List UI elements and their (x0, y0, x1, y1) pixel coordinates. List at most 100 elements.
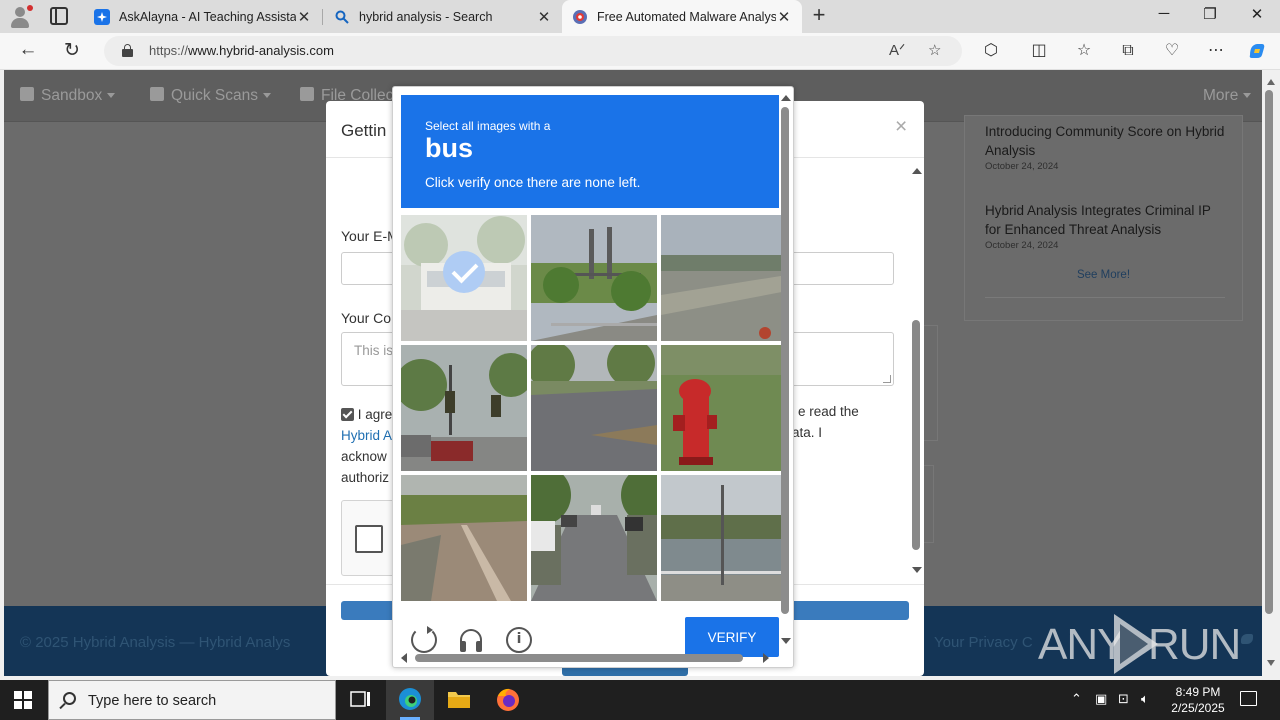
captcha-tile-5[interactable] (531, 345, 657, 471)
agree-text: I agre (357, 407, 393, 422)
scroll-up-icon[interactable] (1267, 79, 1275, 85)
windows-start-icon[interactable] (14, 691, 32, 709)
task-view-icon[interactable] (336, 680, 384, 720)
scrollbar-thumb[interactable] (912, 320, 920, 550)
tab-hybrid-search[interactable]: hybrid analysis - Search ✕ (324, 0, 562, 33)
refresh-challenge-icon[interactable] (411, 626, 437, 653)
nav-quick-scans[interactable]: Quick Scans (150, 87, 272, 105)
footer-privacy-link[interactable]: Your Privacy C (934, 634, 1033, 651)
profile-icon[interactable] (8, 5, 33, 29)
captcha-tile-6[interactable] (661, 345, 787, 471)
close-icon[interactable]: × (895, 115, 907, 139)
captcha-vertical-scrollbar[interactable] (779, 93, 793, 648)
agree-checkbox[interactable] (341, 408, 354, 421)
notifications-icon[interactable] (1240, 691, 1257, 706)
close-tab-icon[interactable]: ✕ (536, 8, 552, 26)
search-favicon-icon (334, 9, 350, 25)
scroll-up-icon[interactable] (781, 95, 791, 101)
captcha-horizontal-scrollbar[interactable] (399, 651, 779, 665)
extensions-icon[interactable]: ⬡ (980, 40, 1002, 62)
watermark-text: ANY (1038, 620, 1126, 669)
refresh-icon[interactable]: ↻ (60, 39, 84, 62)
collections-icon[interactable]: ⧉ (1117, 40, 1139, 62)
news-date: October 24, 2024 (985, 161, 1059, 172)
caret-down-icon (107, 93, 116, 98)
network-icon[interactable]: ⊡ (1118, 691, 1129, 707)
scroll-left-icon[interactable] (401, 653, 407, 663)
scroll-down-icon[interactable] (1267, 660, 1275, 666)
news-panel: Introducing Community Score on Hybrid An… (964, 115, 1243, 321)
captcha-tile-8[interactable] (531, 475, 657, 601)
captcha-checkbox[interactable] (355, 525, 383, 553)
selected-check-icon (443, 251, 485, 293)
hybrid-analysis-favicon-icon (572, 9, 588, 25)
prompt-target: bus (425, 133, 474, 163)
firefox-icon[interactable] (484, 680, 532, 720)
scroll-up-icon[interactable] (912, 168, 922, 174)
news-title[interactable]: Introducing Community Score on Hybrid An… (985, 122, 1225, 160)
minimize-icon[interactable]: ─ (1154, 5, 1174, 22)
info-icon[interactable]: i (506, 627, 532, 653)
more-menu-icon[interactable]: ⋯ (1205, 40, 1227, 62)
askalayna-favicon-icon (94, 8, 110, 25)
tab-askalayna[interactable]: AskAlayna - AI Teaching Assistant ✕ (84, 0, 322, 33)
copy-icon (300, 87, 314, 101)
audio-challenge-icon[interactable] (458, 627, 484, 653)
tab-hybrid-analysis[interactable]: Free Automated Malware Analysis ✕ (562, 0, 802, 33)
news-item[interactable]: Introducing Community Score on Hybrid An… (985, 122, 1225, 172)
captcha-tile-7[interactable] (401, 475, 527, 601)
browser-toolbar: ← ↻ https://www.hybrid-analysis.com Aᐟ ☆… (0, 33, 1280, 70)
caret-down-icon (1243, 93, 1252, 98)
file-explorer-icon[interactable] (435, 680, 483, 720)
captcha-tile-2[interactable] (531, 215, 657, 341)
captcha-prompt: Select all images with a bus Click verif… (401, 95, 779, 208)
captcha-tile-1[interactable] (401, 215, 527, 341)
edge-taskbar-icon[interactable] (386, 680, 434, 720)
tab-actions-icon[interactable] (50, 7, 68, 25)
close-tab-icon[interactable]: ✕ (776, 8, 792, 26)
nav-more[interactable]: More (1203, 87, 1252, 105)
agree-text: e read the (798, 404, 859, 419)
copilot-icon[interactable] (1246, 40, 1268, 62)
see-more-link[interactable]: See More! (965, 269, 1242, 281)
device-icon[interactable]: ▣ (1095, 691, 1107, 707)
comment-placeholder: This is (354, 343, 394, 358)
split-screen-icon[interactable]: ◫ (1028, 40, 1050, 62)
captcha-tile-4[interactable] (401, 345, 527, 471)
twitter-icon[interactable] (1241, 634, 1253, 644)
resize-handle-icon[interactable] (883, 375, 891, 383)
restore-icon[interactable]: ❐ (1200, 5, 1220, 23)
scroll-down-icon[interactable] (912, 567, 922, 573)
address-bar[interactable]: https://www.hybrid-analysis.com Aᐟ ☆ (104, 36, 962, 66)
captcha-tile-3[interactable] (661, 215, 787, 341)
url-text[interactable]: https://www.hybrid-analysis.com (149, 43, 334, 58)
clock-time: 8:49 PM (1175, 685, 1221, 699)
terms-link[interactable]: Hybrid A (341, 428, 392, 443)
news-item[interactable]: Hybrid Analysis Integrates Criminal IP f… (985, 201, 1225, 251)
taskbar-search-box[interactable]: Type here to search (48, 680, 336, 720)
dialog-scrollbar[interactable] (910, 162, 924, 577)
comment-label: Your Co (341, 310, 392, 326)
back-icon[interactable]: ← (16, 39, 40, 61)
read-aloud-icon[interactable]: Aᐟ (889, 41, 905, 59)
scrollbar-thumb[interactable] (415, 654, 743, 662)
favorite-star-icon[interactable]: ☆ (928, 41, 941, 59)
favorites-icon[interactable]: ☆ (1073, 40, 1095, 62)
close-window-icon[interactable]: ✕ (1247, 5, 1267, 23)
scroll-down-icon[interactable] (781, 638, 791, 644)
close-tab-icon[interactable]: ✕ (296, 8, 312, 26)
show-hidden-icons-icon[interactable]: ⌃ (1071, 691, 1082, 707)
page-scrollbar[interactable] (1262, 70, 1280, 676)
browser-essentials-icon[interactable]: ♡ (1161, 40, 1183, 62)
scrollbar-thumb[interactable] (1265, 90, 1273, 614)
new-tab-icon[interactable]: + (808, 2, 830, 28)
lock-icon[interactable] (122, 44, 133, 57)
scroll-right-icon[interactable] (763, 653, 769, 663)
nav-sandbox[interactable]: Sandbox (20, 87, 116, 105)
volume-icon[interactable]: 🔈︎ (1141, 691, 1149, 707)
captcha-tile-9[interactable] (661, 475, 787, 601)
tab-title: hybrid analysis - Search (359, 9, 493, 24)
taskbar-clock[interactable]: 8:49 PM 2/25/2025 (1162, 684, 1234, 716)
news-title[interactable]: Hybrid Analysis Integrates Criminal IP f… (985, 201, 1225, 239)
scrollbar-thumb[interactable] (781, 107, 789, 614)
